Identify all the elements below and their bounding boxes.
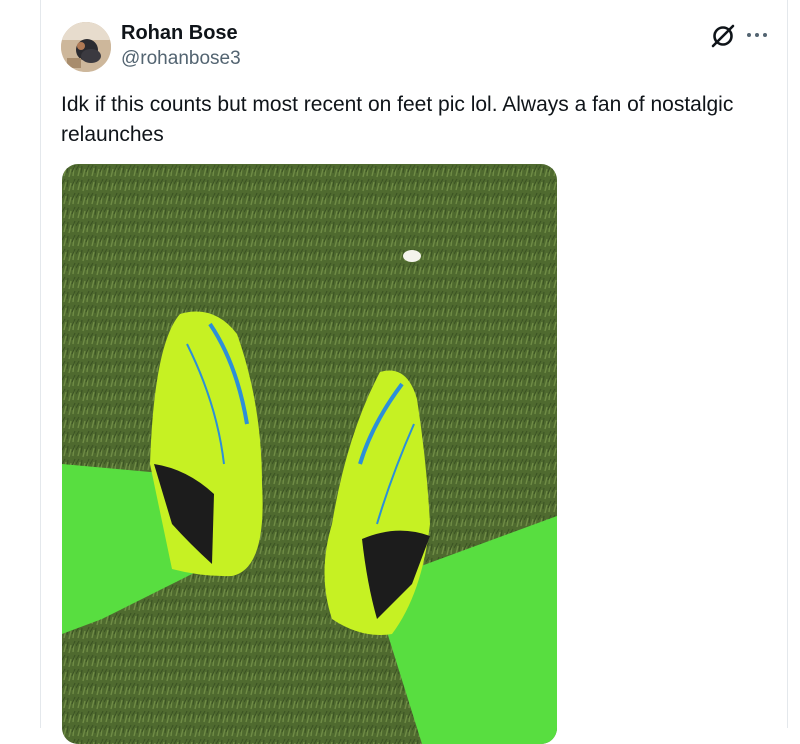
avatar[interactable] — [61, 22, 111, 72]
tweet-card: Rohan Bose @rohanbose3 Idk if this count… — [40, 0, 788, 744]
tweet-text: Idk if this counts but most recent on fe… — [61, 93, 734, 146]
display-name[interactable]: Rohan Bose — [121, 22, 238, 45]
more-options-icon[interactable] — [743, 24, 771, 46]
handle[interactable]: @rohanbose3 — [121, 48, 241, 70]
tweet-photo[interactable] — [62, 164, 557, 744]
grok-icon[interactable] — [709, 22, 737, 50]
